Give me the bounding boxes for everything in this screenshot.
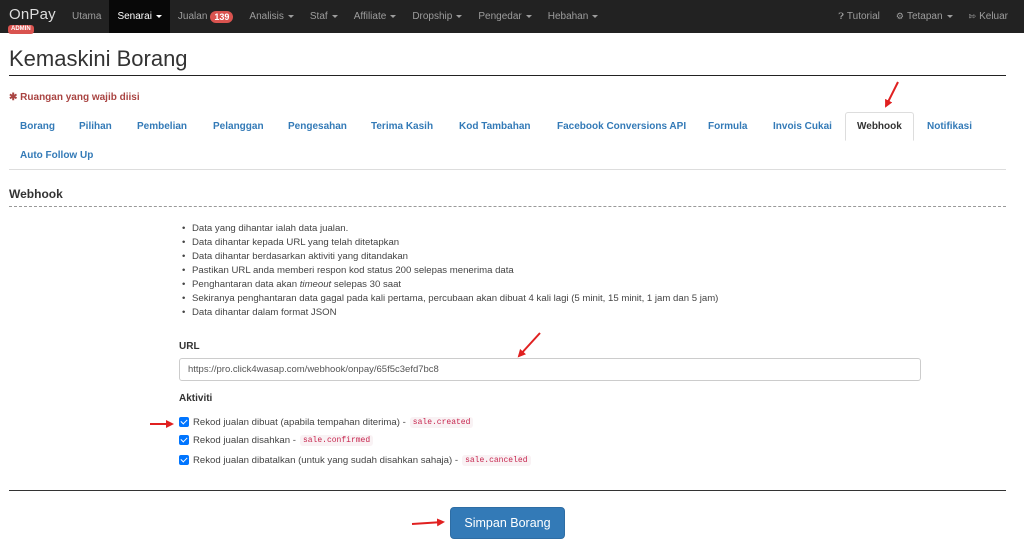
- nav-item-label: Affiliate: [353, 11, 387, 22]
- nav-item-tetapan[interactable]: ⚙ Tetapan: [888, 0, 961, 33]
- nav-item-affiliate[interactable]: Affiliate: [346, 0, 405, 33]
- nav-item-utama[interactable]: Utama: [64, 0, 109, 33]
- tabs-divider: [9, 169, 1006, 170]
- nav-item-label: Keluar: [979, 11, 1008, 22]
- caret-down-icon: [155, 15, 162, 18]
- activity-row-sale-created: Rekod jualan dibuat (apabila tempahan di…: [179, 415, 474, 429]
- nav-item-label: Senarai: [117, 11, 152, 22]
- nav-item-keluar[interactable]: ⇰ Keluar: [961, 0, 1016, 33]
- event-code: sale.confirmed: [299, 434, 374, 446]
- tab-pilihan[interactable]: Pilihan: [68, 112, 123, 141]
- nav-item-label: Utama: [72, 11, 102, 22]
- sale-confirmed-checkbox[interactable]: [179, 435, 189, 445]
- caret-down-icon: [592, 15, 599, 18]
- tab-webhook[interactable]: Webhook: [845, 112, 914, 141]
- sale-created-checkbox[interactable]: [179, 417, 189, 427]
- tab-auto-follow-up[interactable]: Auto Follow Up: [9, 141, 104, 170]
- arrow-to-webhook-tab-icon: [885, 81, 899, 108]
- list-item: Sekiranya penghantaran data gagal pada k…: [182, 292, 718, 306]
- caret-down-icon: [390, 15, 397, 18]
- nav-item-senarai[interactable]: Senarai: [109, 0, 170, 33]
- tab-pelanggan[interactable]: Pelanggan: [202, 112, 275, 141]
- nav-item-tutorial[interactable]: ❓︎ Tutorial: [830, 0, 887, 33]
- nav-item-staf[interactable]: Staf: [302, 0, 346, 33]
- nav-item-hebahan[interactable]: Hebahan: [540, 0, 607, 33]
- activity-label: Aktiviti: [179, 393, 213, 404]
- tab-formula[interactable]: Formula: [697, 112, 758, 141]
- caret-down-icon: [287, 15, 294, 18]
- list-item: Penghantaran data akan timeout selepas 3…: [182, 278, 718, 292]
- nav-item-label: Staf: [309, 11, 328, 22]
- brand[interactable]: OnPay ADMIN: [0, 0, 58, 34]
- event-code: sale.created: [409, 416, 474, 428]
- admin-badge: ADMIN: [8, 25, 34, 34]
- activity-label-text[interactable]: Rekod jualan dibatalkan (untuk yang suda…: [193, 455, 458, 466]
- arrow-to-url-input-icon: [517, 332, 541, 358]
- page-title: Kemaskini Borang: [9, 46, 188, 71]
- list-item: Data dihantar kepada URL yang telah dite…: [182, 236, 718, 250]
- sign-out-icon: ⇰: [968, 11, 977, 21]
- nav-item-pengedar[interactable]: Pengedar: [470, 0, 539, 33]
- tab-invois-cukai[interactable]: Invois Cukai: [762, 112, 843, 141]
- nav-item-dropship[interactable]: Dropship: [404, 0, 470, 33]
- activity-row-sale-confirmed: Rekod jualan disahkan - sale.confirmed: [179, 433, 374, 447]
- list-item: Data dihantar berdasarkan aktiviti yang …: [182, 250, 718, 264]
- arrow-to-save-button-icon: [411, 518, 445, 527]
- nav-item-label: Analisis: [249, 11, 284, 22]
- sale-canceled-checkbox[interactable]: [179, 455, 189, 465]
- nav-item-analisis[interactable]: Analisis: [241, 0, 301, 33]
- nav-item-label: Tetapan: [906, 11, 943, 22]
- caret-down-icon: [525, 15, 532, 18]
- activity-label-text[interactable]: Rekod jualan dibuat (apabila tempahan di…: [193, 417, 406, 428]
- url-label: URL: [179, 341, 200, 352]
- nav-item-label: Pengedar: [478, 11, 522, 22]
- brand-name[interactable]: OnPay: [9, 6, 56, 23]
- sales-count-badge: 139: [210, 10, 234, 23]
- tab-notifikasi[interactable]: Notifikasi: [916, 112, 983, 141]
- webhook-url-input[interactable]: [179, 358, 921, 381]
- required-note-text: Ruangan yang wajib diisi: [20, 92, 140, 103]
- info-text: selepas 30 saat: [331, 279, 402, 290]
- list-item: Data yang dihantar ialah data jualan.: [182, 222, 718, 236]
- asterisk-icon: ✱: [9, 92, 18, 103]
- activity-row-sale-canceled: Rekod jualan dibatalkan (untuk yang suda…: [179, 453, 531, 467]
- title-divider: [9, 75, 1006, 76]
- info-text: Penghantaran data akan: [192, 279, 300, 290]
- tab-pembelian[interactable]: Pembelian: [126, 112, 198, 141]
- event-code: sale.canceled: [462, 454, 531, 466]
- info-emphasis: timeout: [299, 279, 332, 290]
- nav-item-label: Jualan: [177, 11, 208, 22]
- caret-down-icon: [946, 15, 953, 18]
- activity-label-text[interactable]: Rekod jualan disahkan -: [193, 435, 296, 446]
- section-heading: Webhook: [9, 187, 63, 201]
- save-form-button[interactable]: Simpan Borang: [450, 507, 565, 539]
- top-navbar: OnPay ADMIN Utama Senarai Jualan 139 Anal…: [0, 0, 1024, 34]
- nav-item-label: Hebahan: [547, 11, 589, 22]
- nav-item-label: Dropship: [412, 11, 453, 22]
- nav-item-jualan[interactable]: Jualan 139: [170, 0, 242, 33]
- caret-down-icon: [456, 15, 463, 18]
- webhook-info-list: Data yang dihantar ialah data jualan. Da…: [182, 222, 718, 320]
- tab-facebook-conversions-api[interactable]: Facebook Conversions API: [546, 112, 697, 141]
- question-circle-icon: ❓︎: [838, 11, 844, 21]
- section-divider: [9, 206, 1006, 207]
- tab-kod-tambahan[interactable]: Kod Tambahan: [448, 112, 541, 141]
- list-item: Data dihantar dalam format JSON: [182, 306, 718, 320]
- list-item: Pastikan URL anda memberi respon kod sta…: [182, 264, 718, 278]
- gears-icon: ⚙: [895, 11, 904, 21]
- caret-down-icon: [331, 15, 338, 18]
- form-footer-divider: [9, 490, 1006, 491]
- tab-borang[interactable]: Borang: [9, 112, 66, 141]
- nav-item-label: Tutorial: [846, 11, 880, 22]
- tab-pengesahan[interactable]: Pengesahan: [277, 112, 358, 141]
- tab-terima-kasih[interactable]: Terima Kasih: [360, 112, 444, 141]
- required-fields-note: ✱ Ruangan yang wajib diisi: [9, 92, 140, 103]
